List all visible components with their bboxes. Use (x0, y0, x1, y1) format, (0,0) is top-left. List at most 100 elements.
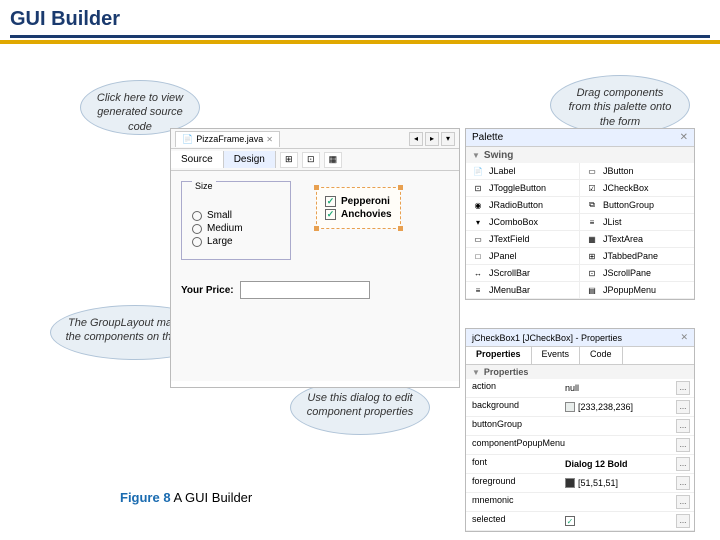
property-row[interactable]: mnemonic… (466, 493, 694, 512)
palette-item[interactable]: ▦JTextArea (580, 231, 694, 248)
component-label: JComboBox (489, 217, 538, 227)
palette-category[interactable]: ▼ Swing (466, 147, 694, 163)
disclosure-icon: ▼ (472, 368, 480, 377)
property-row[interactable]: action null … (466, 379, 694, 398)
selection-handle[interactable] (314, 185, 319, 190)
nav-prev-icon[interactable]: ◂ (409, 132, 423, 146)
component-label: JPopupMenu (603, 285, 656, 295)
radio-large[interactable]: Large (192, 236, 280, 247)
color-swatch (565, 402, 575, 412)
palette-item[interactable]: 📄JLabel (466, 163, 580, 180)
property-row[interactable]: foreground[51,51,51]… (466, 474, 694, 493)
tab-code[interactable]: Code (580, 347, 623, 364)
design-surface[interactable]: Size Small Medium Large ✓Pepperoni ✓Anch… (171, 171, 459, 381)
ellipsis-button[interactable]: … (676, 476, 690, 490)
tool-icon-3[interactable]: ▦ (324, 152, 342, 168)
palette-grid: 📄JLabel▭JButton ⊡ JToggleButton ☑JCheckBox◉… (466, 163, 694, 299)
source-button[interactable]: Source (171, 151, 224, 168)
ellipsis-button[interactable]: … (676, 495, 690, 509)
component-icon: ⊞ (586, 251, 598, 261)
close-icon[interactable]: ✕ (680, 132, 688, 143)
palette-item[interactable]: ≡JList (580, 214, 694, 231)
price-input[interactable] (240, 281, 370, 299)
ellipsis-button[interactable]: … (676, 400, 690, 414)
component-label: JScrollPane (603, 268, 651, 278)
component-label: JTextField (489, 234, 530, 244)
design-button[interactable]: Design (224, 151, 276, 168)
property-value-cell[interactable]: null … (561, 379, 694, 397)
property-value-cell[interactable]: ✓… (561, 512, 694, 530)
ellipsis-button[interactable]: … (676, 381, 690, 395)
tab-properties[interactable]: Properties (466, 347, 532, 364)
component-icon: ≡ (586, 217, 598, 227)
component-icon: ⊡ (472, 183, 484, 193)
checkbox-icon[interactable]: ✓ (565, 516, 575, 526)
property-row[interactable]: background[233,238,236]… (466, 398, 694, 417)
property-name: font (466, 455, 561, 473)
palette-item[interactable]: ≡JMenuBar (466, 282, 580, 299)
component-icon: ▾ (472, 217, 484, 227)
property-name: selected (466, 512, 561, 530)
tool-icon-1[interactable]: ⊞ (280, 152, 298, 168)
palette-item[interactable]: ⊡JScrollPane (580, 265, 694, 282)
selection-handle[interactable] (314, 226, 319, 231)
property-row[interactable]: fontDialog 12 Bold… (466, 455, 694, 474)
checkbox-anchovies[interactable]: ✓Anchovies (325, 209, 392, 220)
radio-icon (192, 237, 202, 247)
radio-label: Small (207, 210, 232, 221)
palette-item[interactable]: ☑JCheckBox (580, 180, 694, 197)
ellipsis-button[interactable]: … (676, 419, 690, 433)
property-value: null (565, 383, 579, 393)
property-name: action (466, 379, 561, 397)
properties-title: jCheckBox1 [JCheckBox] - Properties ✕ (466, 329, 694, 347)
property-row[interactable]: selected✓… (466, 512, 694, 531)
palette-item[interactable]: ⊞JTabbedPane (580, 248, 694, 265)
palette-item[interactable]: ▭JTextField (466, 231, 580, 248)
property-value-cell[interactable]: Dialog 12 Bold… (561, 455, 694, 473)
property-value-cell[interactable]: … (561, 436, 694, 454)
palette-item[interactable]: ▤JPopupMenu (580, 282, 694, 299)
palette-item[interactable]: ⊡ JToggleButton (466, 180, 580, 197)
selection-handle[interactable] (398, 185, 403, 190)
ellipsis-button[interactable]: … (676, 514, 690, 528)
editor-panel: 📄 PizzaFrame.java ✕ ◂ ▸ ▾ Source Design … (170, 128, 460, 388)
tool-icon-2[interactable]: ⊡ (302, 152, 320, 168)
property-name: foreground (466, 474, 561, 492)
palette-item[interactable]: ↔JScrollBar (466, 265, 580, 282)
ellipsis-button[interactable]: … (676, 438, 690, 452)
close-icon[interactable]: ✕ (680, 332, 688, 343)
property-value-cell[interactable]: [51,51,51]… (561, 474, 694, 492)
radio-medium[interactable]: Medium (192, 223, 280, 234)
checkbox-pepperoni[interactable]: ✓Pepperoni (325, 196, 392, 207)
property-value-cell[interactable]: [233,238,236]… (561, 398, 694, 416)
close-icon[interactable]: ✕ (266, 135, 273, 144)
file-tab[interactable]: 📄 PizzaFrame.java ✕ (175, 131, 280, 147)
property-value-cell[interactable]: … (561, 493, 694, 511)
radio-icon (192, 224, 202, 234)
checkbox-selection[interactable]: ✓Pepperoni ✓Anchovies (316, 187, 401, 229)
nav-next-icon[interactable]: ▸ (425, 132, 439, 146)
property-name: componentPopupMenu (466, 436, 561, 454)
palette-item[interactable]: ⧉ButtonGroup (580, 197, 694, 214)
ellipsis-button[interactable]: … (676, 457, 690, 471)
palette-item[interactable]: ▾ JComboBox (466, 214, 580, 231)
property-name: background (466, 398, 561, 416)
size-panel[interactable]: Size Small Medium Large (181, 181, 291, 260)
nav-menu-icon[interactable]: ▾ (441, 132, 455, 146)
tab-events[interactable]: Events (532, 347, 581, 364)
palette-item[interactable]: ◉JRadioButton (466, 197, 580, 214)
radio-small[interactable]: Small (192, 210, 280, 221)
component-icon: ⧉ (586, 200, 598, 210)
property-row[interactable]: buttonGroup… (466, 417, 694, 436)
property-value-cell[interactable]: … (561, 417, 694, 435)
property-row[interactable]: componentPopupMenu … (466, 436, 694, 455)
callout-props: Use this dialog to edit component proper… (290, 380, 430, 435)
selection-handle[interactable] (398, 226, 403, 231)
file-icon: 📄 (182, 134, 193, 145)
component-label: JToggleButton (489, 183, 546, 193)
palette-item[interactable]: ▭JButton (580, 163, 694, 180)
radio-label: Medium (207, 223, 243, 234)
properties-category[interactable]: ▼ Properties (466, 365, 694, 379)
price-row: Your Price: (181, 281, 370, 299)
palette-item[interactable]: □JPanel (466, 248, 580, 265)
